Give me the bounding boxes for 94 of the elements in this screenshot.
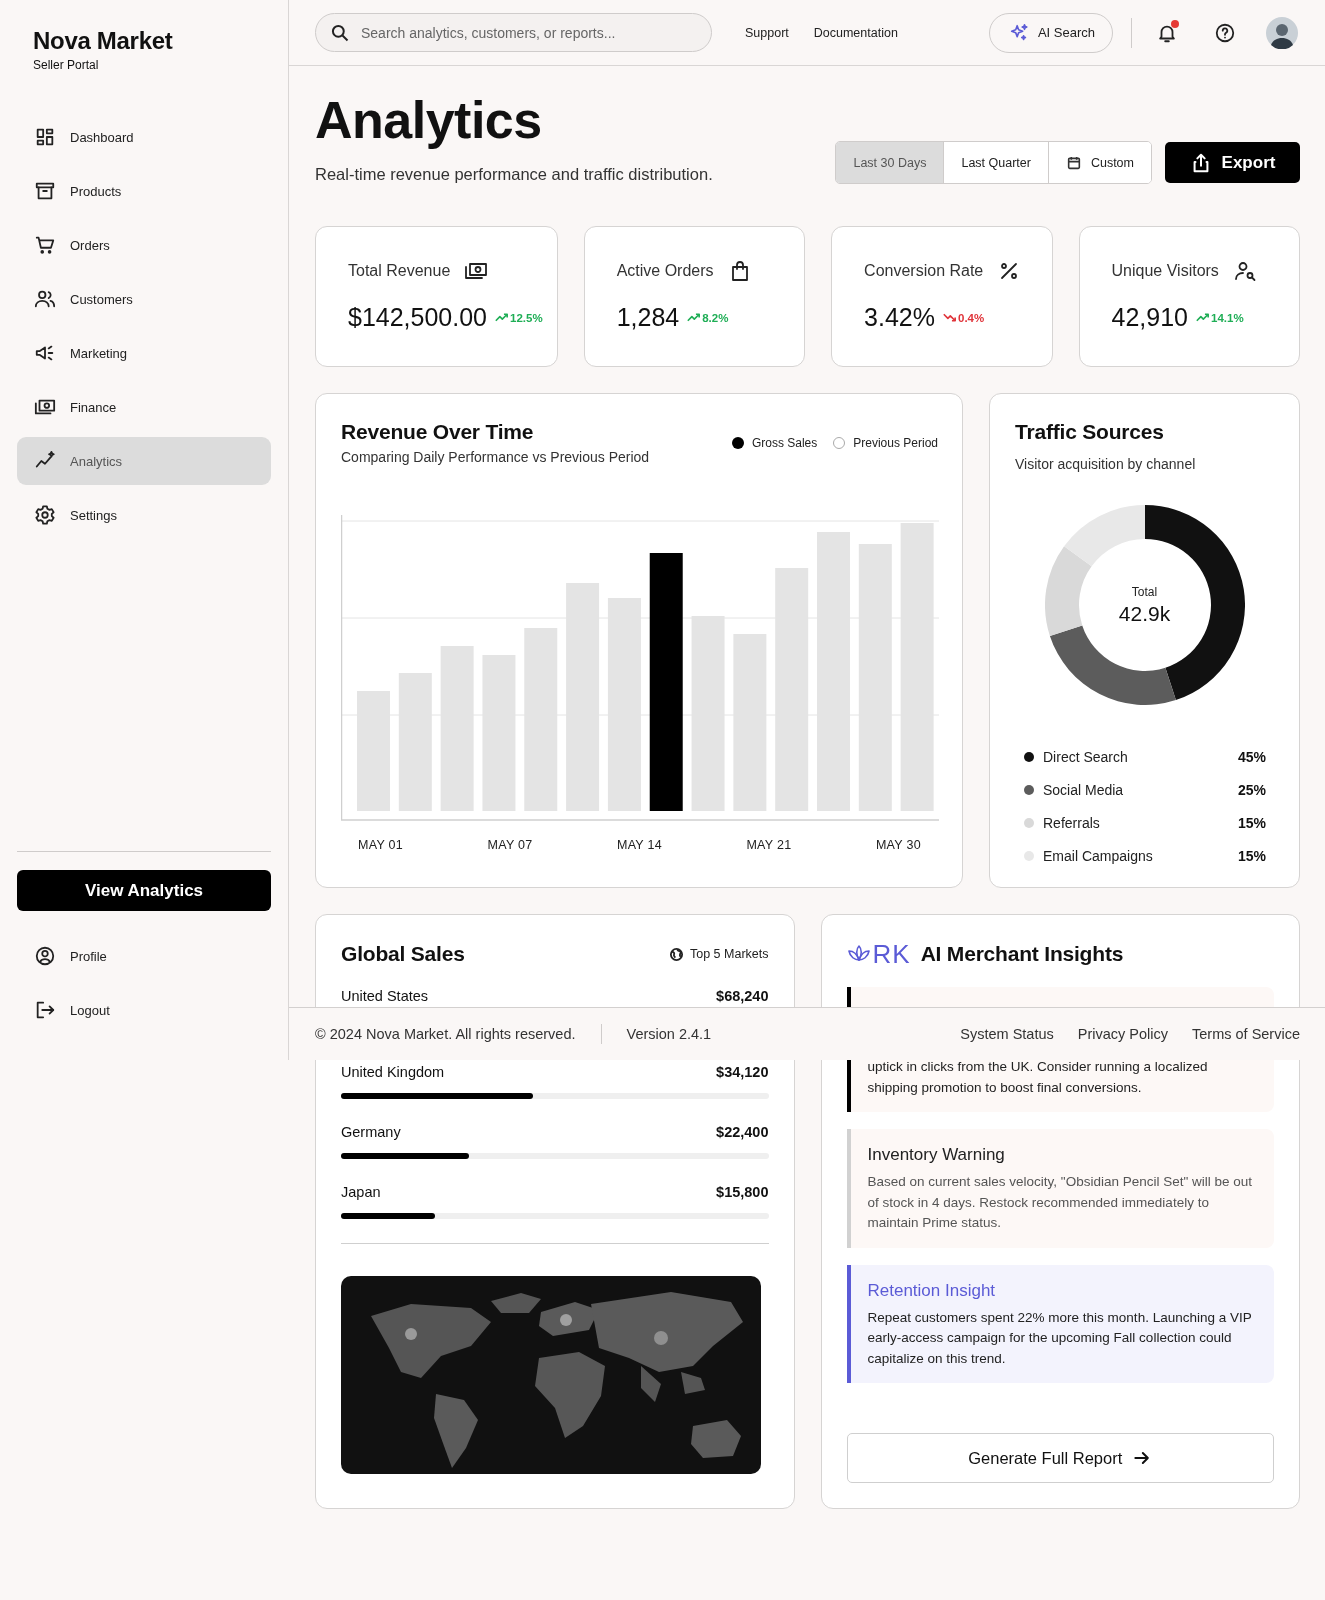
axis-label: MAY 14 [616,838,663,852]
total-label: Total [1131,584,1158,599]
page-subtitle: Real-time revenue performance and traffic distribution. [315,164,713,185]
header-link[interactable]: Documentation [813,25,898,40]
footer-link[interactable]: Terms of Service [1192,1026,1300,1042]
header-link[interactable]: Support [745,25,789,40]
date-range-tab[interactable]: Last 30 Days [836,142,944,183]
country-name: Germany [341,1123,401,1141]
user-search-icon [1232,259,1257,283]
sidebar-item[interactable]: Profile [17,932,271,980]
kpi-label: Unique Visitors [1111,262,1219,280]
axis-label: MAY 01 [358,838,404,852]
country-name: United States [341,987,429,1005]
country-name: Japan [341,1183,381,1201]
legend-value: 15% [1237,847,1266,864]
logout-icon [34,999,56,1021]
sidebar-item[interactable]: Settings [17,491,271,539]
kpi-value: $142,500.00 [348,303,488,332]
card-subtitle: Visitor acquisition by channel [1015,456,1197,472]
footer-link[interactable]: Privacy Policy [1077,1026,1168,1042]
generate-report-button[interactable]: Generate Full Report [846,1433,1274,1483]
badge-label: Top 5 Markets [690,947,769,961]
kpi-label: Active Orders [616,262,714,280]
footer-link[interactable]: System Status [960,1026,1054,1042]
view-analytics-button[interactable]: View Analytics [17,870,271,911]
sidebar-item[interactable]: Orders [17,221,271,269]
copyright-text: © 2024 Nova Market. All rights reserved. [315,1026,576,1042]
legend-label: Social Media [1043,781,1125,798]
sidebar-item[interactable]: Products [17,167,271,215]
sales-amount: $68,240 [716,987,769,1005]
sales-amount: $15,800 [716,1183,769,1201]
axis-label: MAY 30 [875,838,921,852]
cart-icon [34,234,56,256]
archive-box-icon [34,180,56,202]
legend-value: 15% [1237,814,1266,831]
sales-amount: $22,400 [716,1123,769,1141]
legend-label: Gross Sales [751,436,818,450]
legend-label: Direct Search [1043,748,1129,765]
help-icon [1214,21,1236,44]
legend-label: Email Campaigns [1043,847,1154,864]
sales-amount: $34,120 [716,1063,769,1081]
kpi-label: Conversion Rate [864,262,984,280]
card-title: Global Sales [341,942,465,966]
insight-text: uptick in clicks from the UK. Consider running a localized shipping promotion to boost final conversions. [867,1058,1209,1097]
date-range-tab[interactable]: Custom [1047,142,1151,183]
search-icon [330,22,350,43]
card-title: Traffic Sources [1015,420,1165,444]
calendar-icon [1065,154,1082,171]
version-text: Version 2.4.1 [626,1026,712,1042]
avatar[interactable] [1266,16,1298,49]
total-value: 42.9k [1118,601,1171,626]
axis-label: MAY 07 [487,838,533,852]
legend-label: Referrals [1043,814,1101,831]
sidebar-item[interactable]: Marketing [17,329,271,377]
kpi-value: 3.42% [864,303,935,332]
gear-icon [34,504,56,526]
export-button[interactable]: Export [1165,142,1300,183]
insight-title: Inventory Warning [867,1145,1006,1165]
insight-text: Repeat customers spent 22% more this month. Launching a VIP early-access campaign for the upcoming Fall collection could capitalize on this trend. [867,1308,1253,1368]
globe-icon [669,946,684,962]
kpi-value: 42,910 [1111,303,1188,332]
insight-text: Based on current sales velocity, "Obsidian Pencil Set" will be out of stock in 4 days. Restock recommended immediately to maintain Prime status. [867,1173,1254,1232]
sidebar-item[interactable]: Dashboard [17,113,271,161]
sidebar-item[interactable]: Customers [17,275,271,323]
axis-label: MAY 21 [746,838,792,852]
kpi-label: Total Revenue [348,262,451,280]
grid-icon [34,126,56,148]
brand-name: Nova Market [33,26,174,56]
legend-label: Previous Period [853,436,938,450]
people-icon [34,288,56,310]
ai-search-button[interactable]: AI Search [988,12,1113,53]
trend-change: 0.4% [958,311,985,324]
brand-subtitle: Seller Portal [33,58,100,72]
insight-title: Retention Insight [867,1280,997,1301]
sidebar-item[interactable]: Analytics [17,437,271,485]
lotus-icon [846,944,871,964]
legend-marker [731,437,744,449]
legend-value: 25% [1237,781,1266,798]
search-input[interactable]: Search analytics, customers, or reports... [359,23,697,42]
trend-change: 14.1% [1211,311,1244,324]
legend-value: 45% [1237,748,1266,765]
kpi-value: 1,284 [616,303,680,332]
logo-text: RK [872,941,911,967]
page-title: Analytics [315,90,543,150]
card-subtitle: Comparing Daily Performance vs Previous Period [341,449,650,465]
trend-change: 12.5% [510,311,543,324]
sidebar-item[interactable]: Logout [17,986,271,1034]
card-title: AI Merchant Insights [920,942,1124,966]
sidebar-item[interactable]: Finance [17,383,271,431]
country-name: United Kingdom [341,1063,445,1081]
search-field[interactable]: Search analytics, customers, or reports... [315,13,712,52]
trend-change: 8.2% [702,311,729,324]
user-circle-icon [34,945,56,967]
card-title: Revenue Over Time [341,420,535,444]
